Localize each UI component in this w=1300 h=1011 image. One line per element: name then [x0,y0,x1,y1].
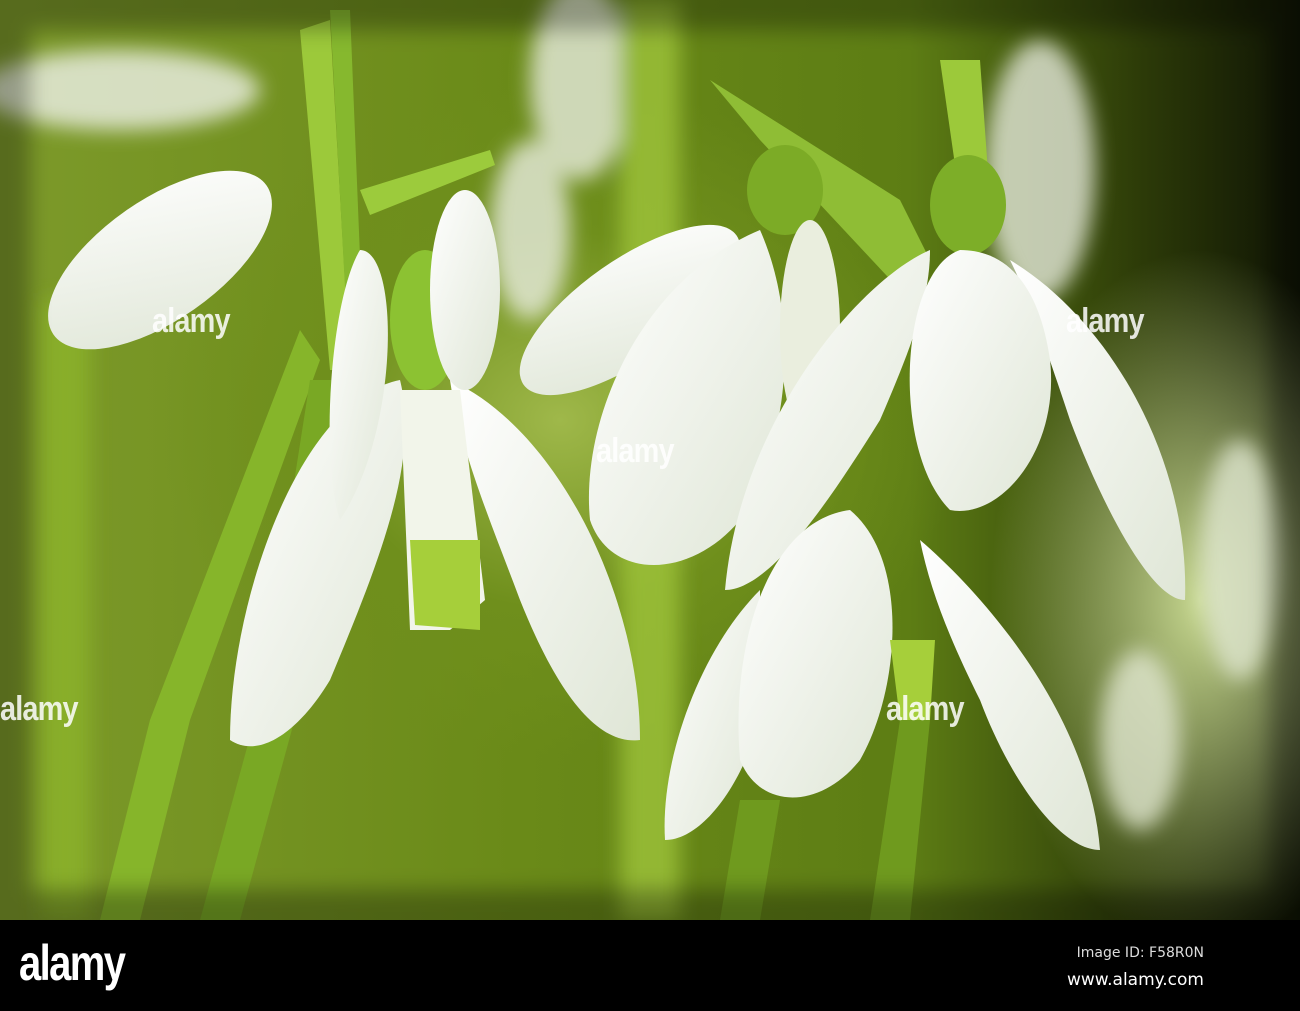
watermark: alamy [1066,302,1145,340]
website-link[interactable]: www.alamy.com [1067,970,1204,990]
image-id: Image ID: F58R0N [1076,945,1204,961]
watermark: alamy [596,432,675,470]
footer-bar: alamy Image ID: F58R0N www.alamy.com [0,920,1300,1011]
alamy-logo: alamy [19,935,126,991]
watermark: alamy [0,690,79,728]
watermark: alamy [886,690,965,728]
watermark: alamy [152,302,231,340]
stock-photo: alamy alamy alamy alamy alamy alamy Imag… [0,0,1300,1011]
snowdrop-photo: alamy alamy alamy alamy alamy [0,0,1300,920]
